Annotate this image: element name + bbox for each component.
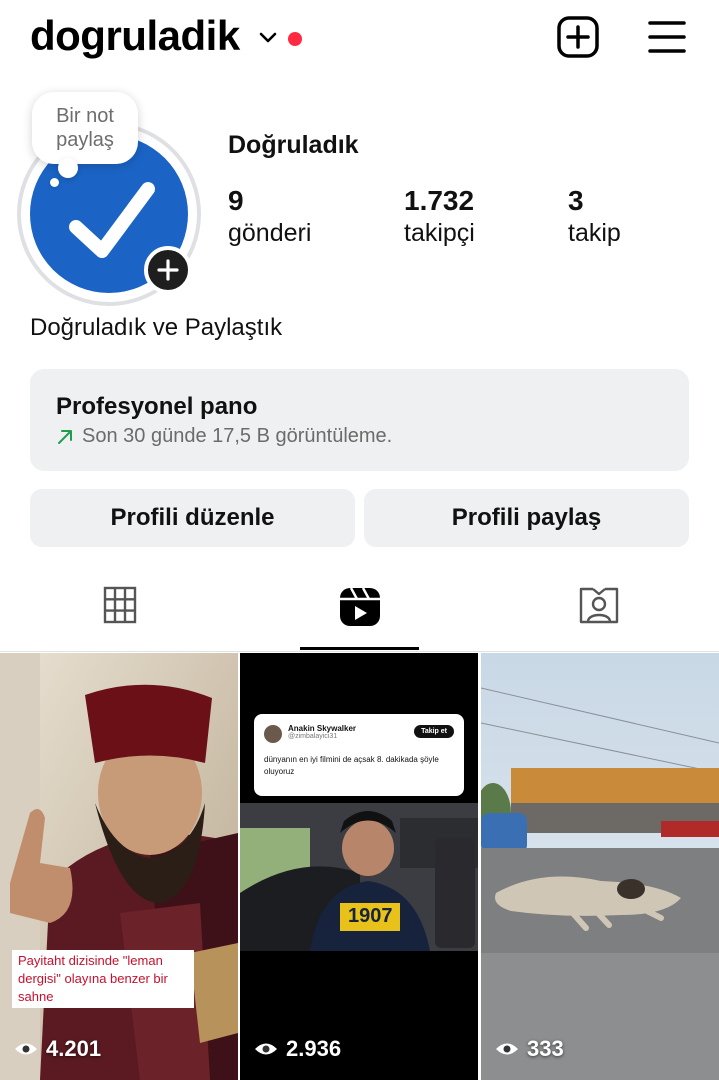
stat-following[interactable]: 3 takip bbox=[568, 185, 621, 248]
note-bubble[interactable]: Bir not paylaş bbox=[32, 92, 138, 164]
reel-thumbnail[interactable]: Anakin Skywalker @zimbalayici31 Takip et… bbox=[240, 653, 478, 1080]
create-post-icon[interactable] bbox=[556, 15, 600, 59]
stat-followers-label: takipçi bbox=[404, 219, 475, 247]
reels-icon bbox=[340, 587, 380, 626]
grid-icon bbox=[103, 586, 137, 624]
display-name: Doğruladık bbox=[228, 131, 359, 159]
reel-thumbnail[interactable]: 333 bbox=[481, 653, 719, 1080]
professional-dashboard[interactable]: Profesyonel pano Son 30 günde 17,5 B gör… bbox=[30, 369, 689, 471]
reel-thumbnail[interactable]: Payitaht dizisinde "leman dergisi" olayı… bbox=[0, 653, 238, 1080]
share-profile-button[interactable]: Profili paylaş bbox=[364, 489, 689, 547]
top-bar: dogruladik bbox=[0, 0, 719, 80]
tab-divider bbox=[0, 651, 719, 652]
eye-icon bbox=[15, 1043, 37, 1055]
view-count: 4.201 bbox=[14, 1036, 101, 1062]
stat-followers-value: 1.732 bbox=[404, 185, 475, 216]
stat-following-value: 3 bbox=[568, 185, 584, 216]
stat-posts-value: 9 bbox=[228, 185, 244, 216]
stat-following-label: takip bbox=[568, 219, 621, 247]
add-story-button[interactable] bbox=[144, 246, 192, 294]
bio: Doğruladık ve Paylaştık bbox=[30, 314, 283, 341]
note-bubble-tail-small bbox=[50, 178, 59, 187]
reel-image-street-dog bbox=[481, 653, 719, 1080]
view-count: 2.936 bbox=[254, 1036, 341, 1062]
active-tab-indicator bbox=[300, 647, 419, 650]
tweet-avatar bbox=[264, 725, 282, 743]
eye-icon bbox=[255, 1043, 277, 1055]
stat-posts-label: gönderi bbox=[228, 219, 312, 247]
view-count-value: 333 bbox=[527, 1036, 564, 1061]
tweet-text: dünyanın en iyi filmini de açsak 8. daki… bbox=[264, 755, 439, 776]
stat-posts[interactable]: 9 gönderi bbox=[228, 185, 311, 248]
note-text: Bir not paylaş bbox=[56, 105, 114, 151]
view-count-value: 2.936 bbox=[286, 1036, 342, 1061]
chevron-down-icon[interactable] bbox=[258, 30, 278, 44]
reel-caption: Payitaht dizisinde "leman dergisi" olayı… bbox=[12, 950, 194, 1008]
note-bubble-tail bbox=[58, 158, 78, 178]
edit-profile-button[interactable]: Profili düzenle bbox=[30, 489, 355, 547]
username-switcher[interactable]: dogruladik bbox=[30, 12, 240, 60]
trend-up-icon bbox=[58, 429, 72, 444]
plus-icon bbox=[157, 259, 179, 281]
view-count-value: 4.201 bbox=[46, 1036, 102, 1061]
notification-dot bbox=[288, 32, 302, 46]
tab-reels[interactable] bbox=[240, 585, 480, 651]
reel-image-period-drama bbox=[0, 653, 238, 1080]
stat-followers[interactable]: 1.732 takipçi bbox=[404, 185, 475, 248]
tagged-person-icon bbox=[579, 587, 619, 624]
tab-posts[interactable] bbox=[0, 585, 240, 651]
dashboard-title: Profesyonel pano bbox=[56, 393, 258, 420]
tab-tagged[interactable] bbox=[479, 585, 719, 651]
eye-icon bbox=[496, 1043, 518, 1055]
jersey-number: 1907 bbox=[348, 905, 393, 927]
hamburger-menu-icon[interactable] bbox=[647, 18, 687, 56]
tweet-follow-badge: Takip et bbox=[414, 725, 454, 738]
dashboard-subtitle: Son 30 günde 17,5 B görüntüleme. bbox=[82, 425, 393, 447]
embedded-tweet: Anakin Skywalker @zimbalayici31 Takip et… bbox=[254, 714, 464, 796]
view-count: 333 bbox=[495, 1036, 564, 1062]
